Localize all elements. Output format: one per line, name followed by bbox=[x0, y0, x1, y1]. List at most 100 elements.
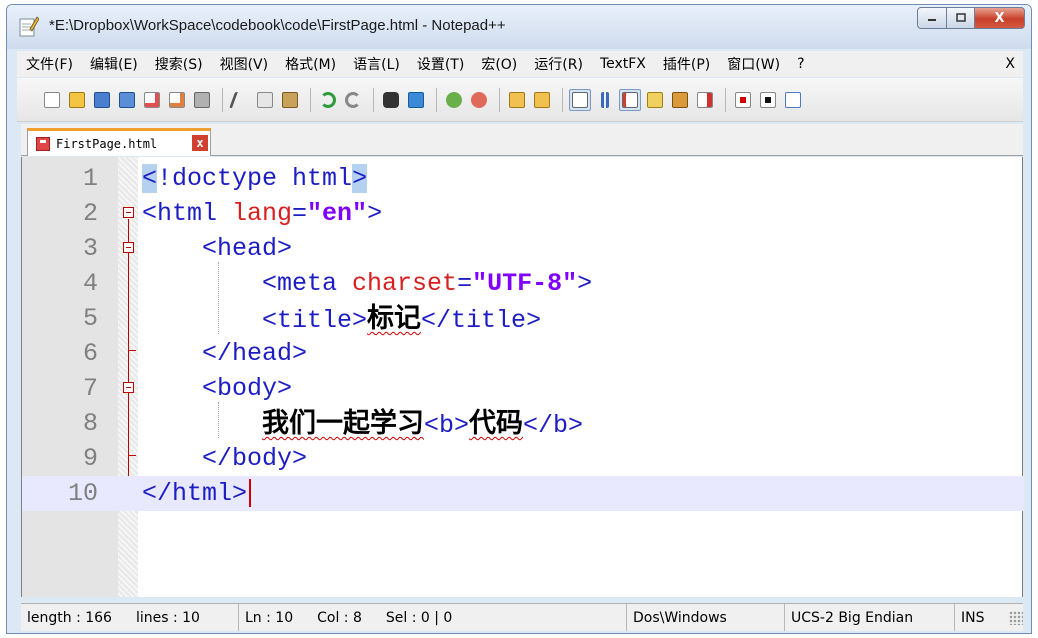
replace-button[interactable] bbox=[405, 89, 427, 111]
title-bar: *E:\Dropbox\WorkSpace\codebook\code\Firs… bbox=[7, 5, 1031, 49]
user-defined-language-icon bbox=[647, 91, 663, 108]
zoom-out-icon bbox=[471, 91, 487, 108]
minimize-button[interactable] bbox=[917, 7, 947, 29]
find-icon bbox=[383, 91, 399, 108]
zoom-out-button[interactable] bbox=[468, 89, 490, 111]
document-map-button[interactable] bbox=[669, 89, 691, 111]
tab-label: FirstPage.html bbox=[56, 136, 158, 151]
code-editor[interactable]: 1 <!doctype html> 2 <html lang="en"> 3 <… bbox=[21, 157, 1024, 597]
menu-textfx[interactable]: TextFX bbox=[591, 56, 654, 72]
maximize-button[interactable] bbox=[947, 7, 975, 29]
menu-run[interactable]: 运行(R) bbox=[525, 54, 591, 74]
tag-text: </html> bbox=[142, 479, 248, 508]
status-ln: Ln : 10 bbox=[245, 609, 294, 626]
close-all-icon bbox=[169, 91, 185, 108]
code-line: 3 <head> bbox=[22, 231, 1024, 266]
redo-button[interactable] bbox=[342, 89, 364, 111]
resize-grip[interactable] bbox=[1009, 610, 1023, 625]
undo-button[interactable] bbox=[317, 89, 339, 111]
menu-search[interactable]: 搜索(S) bbox=[146, 54, 211, 74]
toolbar-separator bbox=[373, 87, 374, 112]
word-wrap-button[interactable] bbox=[569, 88, 591, 111]
paste-button[interactable] bbox=[279, 89, 301, 111]
code-line: 9 </body> bbox=[22, 441, 1024, 476]
window-title: *E:\Dropbox\WorkSpace\codebook\code\Firs… bbox=[49, 17, 506, 34]
record-macro-button[interactable] bbox=[732, 89, 754, 111]
code-line: 2 <html lang="en"> bbox=[22, 196, 1024, 231]
tag-text: = bbox=[292, 199, 308, 228]
copy-icon bbox=[257, 91, 273, 108]
close-button[interactable] bbox=[141, 89, 163, 111]
tag-text: </b> bbox=[523, 411, 584, 440]
cut-icon bbox=[229, 91, 251, 108]
status-document-info: length : 166 lines : 10 bbox=[21, 604, 239, 631]
cut-button[interactable] bbox=[229, 89, 251, 111]
record-macro-icon bbox=[735, 91, 751, 108]
menu-help[interactable]: ? bbox=[788, 56, 812, 72]
sync-horizontal-button[interactable] bbox=[531, 89, 553, 111]
menu-macro[interactable]: 宏(O) bbox=[472, 54, 525, 74]
menu-view[interactable]: 视图(V) bbox=[211, 54, 277, 74]
close-document-button[interactable]: X bbox=[996, 56, 1023, 72]
zoom-in-button[interactable] bbox=[443, 89, 465, 111]
line-number: 2 bbox=[82, 199, 98, 228]
line-code: <html lang="en"> bbox=[142, 196, 382, 231]
menu-bar: 文件(F) 编辑(E) 搜索(S) 视图(V) 格式(M) 语言(L) 设置(T… bbox=[17, 51, 1023, 77]
line-code: <body> bbox=[142, 374, 293, 403]
line-code: <title>标记</title> bbox=[142, 301, 541, 338]
user-defined-language-button[interactable] bbox=[644, 89, 666, 111]
line-code: <meta charset="UTF-8"> bbox=[142, 266, 592, 301]
tag-text: > bbox=[367, 199, 383, 228]
tag-text: <meta bbox=[142, 269, 353, 298]
undo-icon bbox=[320, 91, 336, 108]
toolbar-separator bbox=[436, 87, 437, 112]
sync-vertical-button[interactable] bbox=[506, 89, 528, 111]
find-button[interactable] bbox=[380, 89, 402, 111]
show-all-characters-button[interactable] bbox=[594, 89, 616, 111]
toolbar-separator bbox=[222, 87, 223, 112]
status-insert-mode: INS bbox=[961, 609, 985, 626]
stop-recording-button[interactable] bbox=[757, 89, 779, 111]
function-list-button[interactable] bbox=[694, 89, 716, 111]
line-code: <head> bbox=[142, 234, 293, 263]
brace-highlight: > bbox=[352, 164, 368, 193]
menu-language[interactable]: 语言(L) bbox=[344, 54, 408, 74]
open-file-button[interactable] bbox=[66, 89, 88, 111]
attr-name: charset bbox=[352, 269, 458, 298]
bold-text: 代码 bbox=[469, 408, 524, 439]
menu-window[interactable]: 窗口(W) bbox=[718, 54, 788, 74]
show-all-characters-icon bbox=[601, 91, 609, 108]
brace-highlight: < bbox=[142, 164, 158, 193]
line-number: 5 bbox=[82, 304, 98, 333]
function-list-icon bbox=[697, 91, 713, 108]
redo-icon bbox=[345, 91, 361, 108]
current-code-line: 10 </html> bbox=[22, 476, 1024, 511]
menu-plugins[interactable]: 插件(P) bbox=[654, 54, 718, 74]
line-number: 1 bbox=[82, 164, 98, 193]
playback-macro-button[interactable] bbox=[782, 89, 804, 111]
menu-settings[interactable]: 设置(T) bbox=[408, 54, 472, 74]
copy-button[interactable] bbox=[254, 89, 276, 111]
close-window-button[interactable]: X bbox=[975, 7, 1025, 29]
tab-firstpage[interactable]: FirstPage.html x bbox=[27, 128, 211, 156]
toolbar-separator bbox=[725, 87, 726, 112]
save-icon bbox=[94, 91, 110, 108]
attr-value: "en" bbox=[307, 199, 368, 228]
close-icon bbox=[144, 91, 160, 108]
print-button[interactable] bbox=[191, 89, 213, 111]
menu-format[interactable]: 格式(M) bbox=[276, 54, 344, 74]
print-icon bbox=[194, 91, 210, 108]
line-code: <!doctype html> bbox=[142, 161, 368, 196]
new-file-button[interactable] bbox=[41, 89, 63, 111]
sync-horizontal-icon bbox=[534, 91, 550, 108]
indent-guide-button[interactable] bbox=[619, 88, 641, 111]
replace-icon bbox=[408, 91, 424, 108]
save-button[interactable] bbox=[91, 89, 113, 111]
menu-edit[interactable]: 编辑(E) bbox=[81, 54, 146, 74]
menu-file[interactable]: 文件(F) bbox=[17, 54, 81, 74]
save-all-button[interactable] bbox=[116, 89, 138, 111]
tab-close-button[interactable]: x bbox=[192, 135, 208, 151]
document-map-icon bbox=[672, 91, 688, 108]
stop-recording-icon bbox=[760, 91, 776, 108]
close-all-button[interactable] bbox=[166, 89, 188, 111]
